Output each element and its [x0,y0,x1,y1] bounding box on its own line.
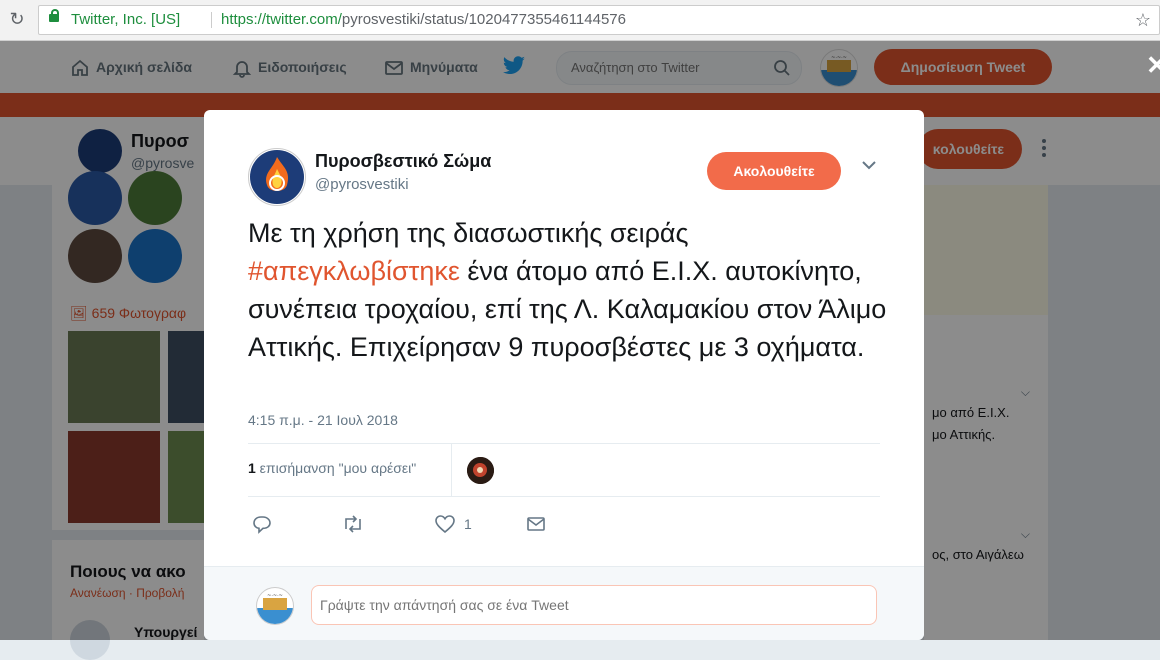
like-count: 1 [464,516,472,532]
heart-icon[interactable] [434,514,456,534]
author-avatar[interactable] [248,148,306,206]
author-handle[interactable]: @pyrosvestiki [315,176,409,193]
tweet-modal: Πυροσβεστικό Σώμα @pyrosvestiki Ακολουθε… [204,110,924,640]
divider [248,496,880,497]
reload-icon[interactable]: ↻ [6,8,28,30]
browser-toolbar: ↻ Twitter, Inc. [US] https://twitter.com… [0,0,1160,41]
chevron-down-icon[interactable] [862,160,876,170]
tweet-timestamp[interactable]: 4:15 π.μ. - 21 Ιουλ 2018 [248,412,398,428]
reply-icon[interactable] [252,514,272,534]
tweet-text: Με τη χρήση της διασωστικής σειράς #απεγ… [248,218,887,362]
retweet-icon[interactable] [342,514,364,534]
hashtag-link[interactable]: #απεγκλωβίστηκε [248,256,460,286]
reply-input[interactable] [311,585,877,625]
divider [248,443,880,444]
likes-stat[interactable]: 1 επισήμανση "μου αρέσει" [248,460,416,476]
reply-area: ~·~·~ [204,566,924,640]
close-icon[interactable]: ✕ [1146,50,1160,81]
user-avatar: ~·~·~ [256,587,294,625]
address-separator [211,12,212,28]
direct-message-icon[interactable] [526,514,546,534]
bookmark-star-icon[interactable]: ☆ [1135,6,1151,34]
author-name[interactable]: Πυροσβεστικό Σώμα [315,151,491,172]
svg-text:~·~·~: ~·~·~ [267,593,283,599]
liker-avatar[interactable] [467,457,494,484]
url-text[interactable]: https://twitter.com/pyrosvestiki/status/… [221,6,626,34]
following-button[interactable]: Ακολουθείτε [707,152,841,190]
address-bar[interactable]: Twitter, Inc. [US] https://twitter.com/p… [38,5,1160,35]
security-label: Twitter, Inc. [US] [71,11,181,28]
lock-icon [49,9,59,22]
divider [451,444,452,496]
